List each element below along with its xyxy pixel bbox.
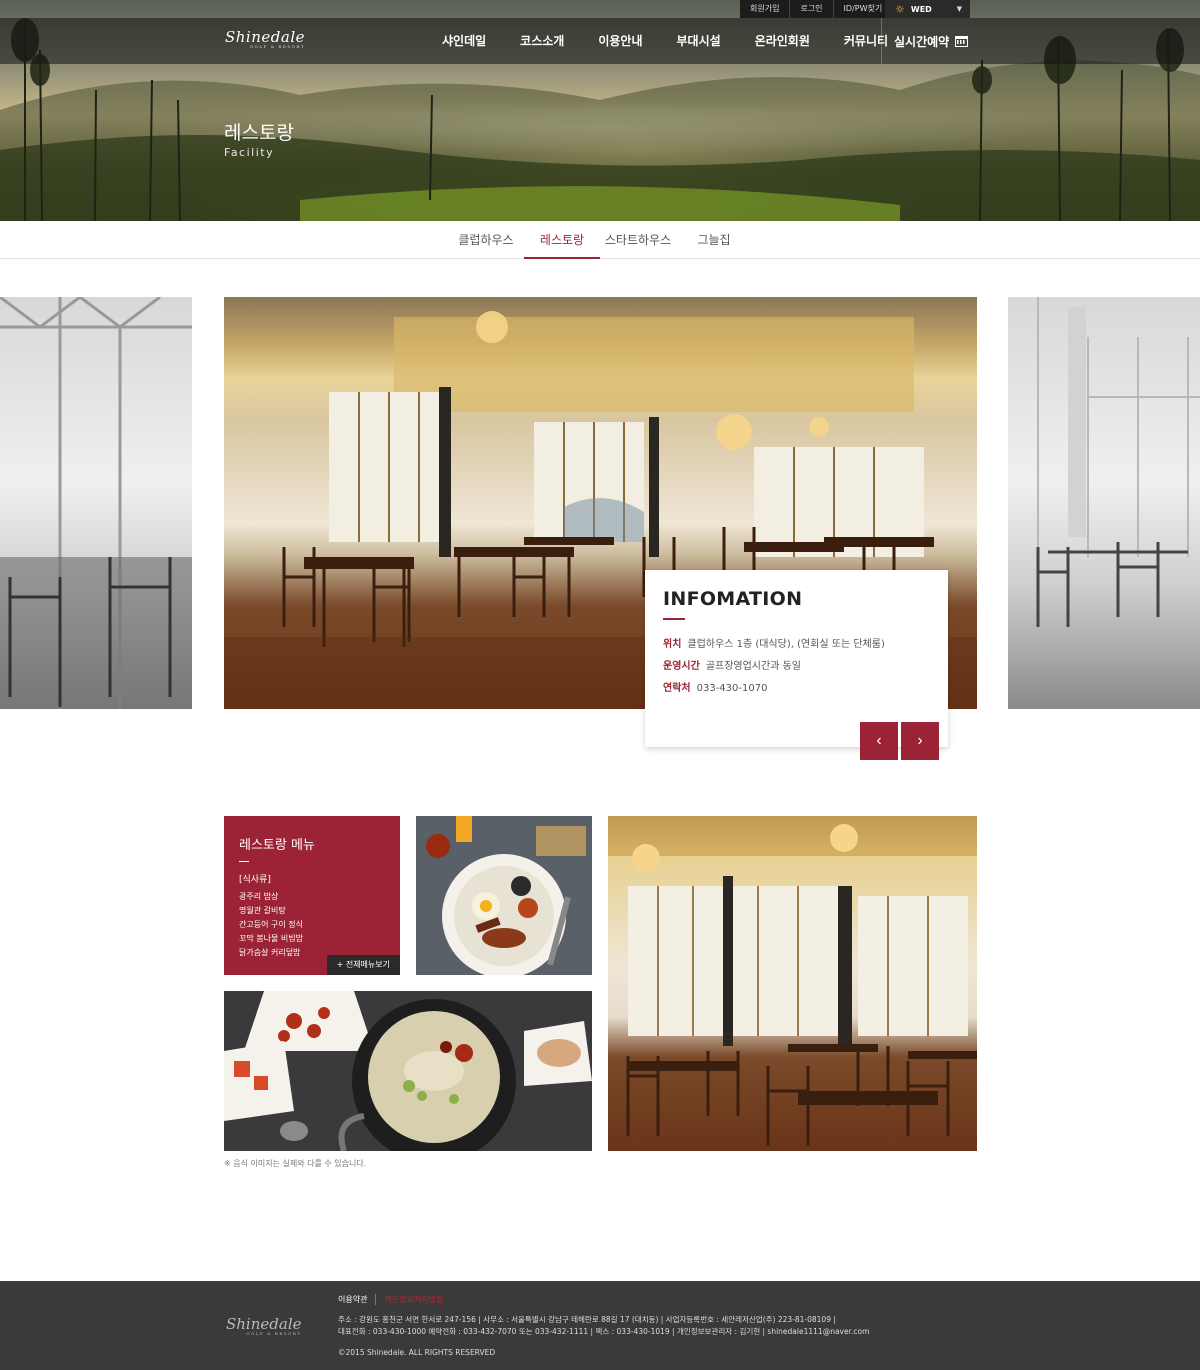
menu-title: 레스토랑 메뉴 (239, 838, 315, 853)
nav-item-shinedale[interactable]: 샤인데일 (425, 18, 503, 64)
main-menu: 샤인데일 코스소개 이용안내 부대시설 온라인회원 커뮤니티 실시간예약 (425, 18, 969, 64)
full-menu-button[interactable]: + 전체메뉴보기 (326, 955, 400, 975)
reserve-label: 실시간예약 (894, 34, 950, 49)
footer-logo: Shinedale GOLF & RESORT (226, 1315, 302, 1336)
menu-item: 꼬막 봄나물 비빔밥 (239, 934, 303, 943)
nav-item-course[interactable]: 코스소개 (503, 18, 581, 64)
restaurant-interior-photo (608, 816, 977, 1151)
tab-restaurant[interactable]: 레스토랑 (524, 221, 600, 259)
info-location: 위치 클럽하우스 1층 (대식당), (연회실 또는 단체룸) (663, 634, 930, 656)
restaurant-menu-box: 레스토랑 메뉴 [식사류] 광주리 밥상 명월관 갈비탕 간고등어 구이 정식 … (224, 816, 400, 975)
nav-item-guide[interactable]: 이용안내 (581, 18, 659, 64)
menu-list: 광주리 밥상 명월관 갈비탕 간고등어 구이 정식 꼬막 봄나물 비빔밥 닭가슴… (239, 890, 385, 960)
info-hours-value: 골프장영업시간과 동일 (705, 661, 801, 672)
page-title: 레스토랑 (224, 122, 294, 144)
weather-widget[interactable]: ☼ WED ▼ (885, 0, 970, 18)
utility-links: 회원가입 로그인 ID/PW찾기 (740, 0, 893, 18)
korean-soup-photo (224, 991, 592, 1151)
menu-item: 명월관 갈비탕 (239, 906, 286, 915)
info-hours-label: 운영시간 (663, 661, 700, 672)
info-contact-label: 연락처 (663, 683, 691, 694)
info-contact: 연락처 033-430-1070 (663, 678, 930, 700)
carousel-next-button[interactable]: › (901, 722, 939, 760)
find-id-pw-link[interactable]: ID/PW찾기 (832, 0, 893, 18)
privacy-policy-link[interactable]: 개인정보처리방침 (384, 1294, 451, 1305)
carousel-next-slide-image[interactable] (1008, 297, 1200, 709)
login-link[interactable]: 로그인 (789, 0, 832, 18)
image-disclaimer: ※ 음식 이미지는 실제와 다를 수 있습니다. (224, 1159, 367, 1168)
global-navigation: Shinedale GOLF & RESORT 샤인데일 코스소개 이용안내 부… (0, 18, 1200, 64)
tab-clubhouse[interactable]: 클럽하우스 (448, 221, 524, 259)
carousel-prev-slide-image[interactable] (0, 297, 192, 709)
terms-link[interactable]: 이용약관 (338, 1294, 377, 1305)
info-location-value: 클럽하우스 1층 (대식당), (연회실 또는 단체룸) (687, 639, 885, 650)
footer-links: 이용약관 개인정보처리방침 (338, 1294, 459, 1305)
info-contact-value: 033-430-1070 (696, 683, 768, 694)
nav-item-membership[interactable]: 온라인회원 (738, 18, 827, 64)
info-hours: 운영시간 골프장영업시간과 동일 (663, 656, 930, 678)
footer-address: 주소 : 강원도 홍천군 서면 한서로 247-156 | 사무소 : 서울특별… (338, 1314, 869, 1338)
menu-divider (239, 861, 249, 862)
realtime-reservation-button[interactable]: 실시간예약 (881, 18, 969, 64)
carousel-prev-button[interactable]: ‹ (860, 722, 898, 760)
dropdown-arrow-icon: ▼ (956, 5, 962, 13)
calendar-icon (955, 35, 969, 47)
menu-category: [식사류] (239, 875, 271, 885)
breakfast-plate-photo (416, 816, 592, 975)
sun-icon: ☼ (895, 2, 905, 16)
signup-link[interactable]: 회원가입 (740, 0, 789, 18)
address-line-1: 주소 : 강원도 홍천군 서면 한서로 247-156 | 사무소 : 서울특별… (338, 1315, 836, 1324)
information-title: INFOMATION (663, 588, 803, 610)
title-divider (663, 618, 685, 620)
information-card: INFOMATION 위치 클럽하우스 1층 (대식당), (연회실 또는 단체룸… (645, 570, 948, 747)
brand-logo[interactable]: Shinedale GOLF & RESORT (225, 28, 305, 49)
facility-tabs: 클럽하우스 레스토랑 스타트하우스 그늘집 (0, 221, 1200, 259)
info-location-label: 위치 (663, 639, 682, 650)
site-footer: Shinedale GOLF & RESORT 이용약관 개인정보처리방침 주소… (0, 1281, 1200, 1370)
weather-day: WED (910, 4, 932, 14)
menu-item: 간고등어 구이 정식 (239, 920, 303, 929)
page-subtitle: Facility (224, 146, 275, 159)
copyright: ©2015 Shinedale. ALL RIGHTS RESERVED (338, 1348, 496, 1357)
menu-item: 광주리 밥상 (239, 892, 279, 901)
address-line-2: 대표전화 : 033-430-1000 예약전화 : 033-432-7070 … (338, 1327, 870, 1336)
tab-shade-house[interactable]: 그늘집 (676, 221, 752, 259)
tab-starthouse[interactable]: 스타트하우스 (600, 221, 676, 259)
nav-item-facility[interactable]: 부대시설 (660, 18, 738, 64)
